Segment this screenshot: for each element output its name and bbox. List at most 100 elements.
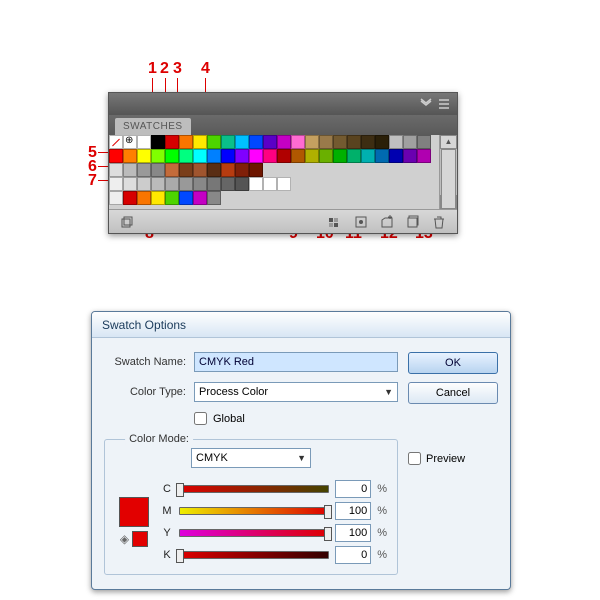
- slider-thumb[interactable]: [324, 505, 332, 519]
- swatch-cell[interactable]: [109, 191, 123, 205]
- swatch-cell[interactable]: [207, 135, 221, 149]
- cancel-button[interactable]: Cancel: [408, 382, 498, 404]
- swatch-cell[interactable]: [123, 163, 137, 177]
- swatch-cell[interactable]: [249, 177, 263, 191]
- swatch-cell[interactable]: [123, 149, 137, 163]
- preview-checkbox[interactable]: [408, 452, 421, 465]
- swatch-cell[interactable]: [235, 149, 249, 163]
- swatch-cell[interactable]: [165, 149, 179, 163]
- swatch-cell[interactable]: [123, 177, 137, 191]
- swatch-cell[interactable]: [305, 135, 319, 149]
- swatch-cell[interactable]: [165, 163, 179, 177]
- swatch-cell[interactable]: [151, 149, 165, 163]
- swatch-cell[interactable]: [123, 191, 137, 205]
- swatch-cell[interactable]: [319, 135, 333, 149]
- swatch-cell[interactable]: [277, 149, 291, 163]
- swatch-cell[interactable]: [151, 177, 165, 191]
- swatch-cell[interactable]: [193, 149, 207, 163]
- swatch-cell[interactable]: [179, 163, 193, 177]
- scroll-up-icon[interactable]: ▲: [440, 135, 457, 149]
- swatch-cell[interactable]: [263, 149, 277, 163]
- swatch-cell[interactable]: [347, 135, 361, 149]
- swatch-cell[interactable]: [319, 149, 333, 163]
- swatch-none[interactable]: [109, 135, 123, 149]
- swatch-cell[interactable]: [417, 149, 431, 163]
- swatch-cell[interactable]: [137, 135, 151, 149]
- swatch-cell[interactable]: [291, 135, 305, 149]
- swatch-cell[interactable]: [221, 177, 235, 191]
- swatch-name-input[interactable]: [194, 352, 398, 372]
- swatch-cell[interactable]: [375, 149, 389, 163]
- swatch-cell[interactable]: [361, 135, 375, 149]
- swatch-cell[interactable]: [235, 135, 249, 149]
- swatch-cell[interactable]: [165, 177, 179, 191]
- swatch-cell[interactable]: [221, 135, 235, 149]
- swatch-cell[interactable]: [179, 191, 193, 205]
- swatch-cell[interactable]: [109, 149, 123, 163]
- color-mode-select[interactable]: CMYK ▼: [191, 448, 311, 468]
- swatch-cell[interactable]: [193, 177, 207, 191]
- swatch-cell[interactable]: [249, 149, 263, 163]
- panel-menu-icon[interactable]: [437, 97, 451, 111]
- new-swatch-button[interactable]: [403, 213, 423, 231]
- swatch-cell[interactable]: [389, 135, 403, 149]
- scroll-track[interactable]: [440, 149, 457, 195]
- swatch-cell[interactable]: [403, 149, 417, 163]
- swatch-cell[interactable]: [109, 177, 123, 191]
- swatch-cell[interactable]: [263, 135, 277, 149]
- swatch-cell[interactable]: [207, 191, 221, 205]
- swatch-cell[interactable]: [179, 135, 193, 149]
- new-color-group-button[interactable]: [377, 213, 397, 231]
- collapse-icon[interactable]: [419, 97, 433, 111]
- slider-thumb[interactable]: [324, 527, 332, 541]
- swatch-cell[interactable]: [193, 191, 207, 205]
- swatch-cell[interactable]: [151, 163, 165, 177]
- swatch-cell[interactable]: [137, 191, 151, 205]
- slider-track[interactable]: [179, 507, 329, 515]
- slider-track[interactable]: [179, 485, 329, 493]
- swatch-cell[interactable]: [235, 163, 249, 177]
- slider-thumb[interactable]: [176, 483, 184, 497]
- swatch-cell[interactable]: [137, 149, 151, 163]
- ok-button[interactable]: OK: [408, 352, 498, 374]
- scroll-thumb[interactable]: [441, 149, 456, 209]
- swatch-cell[interactable]: [193, 135, 207, 149]
- swatch-cell[interactable]: [347, 149, 361, 163]
- swatch-cell[interactable]: [389, 149, 403, 163]
- swatch-cell[interactable]: [207, 163, 221, 177]
- swatch-cell[interactable]: [305, 149, 319, 163]
- swatch-cell[interactable]: [207, 149, 221, 163]
- swatch-cell[interactable]: [179, 177, 193, 191]
- swatch-cell[interactable]: [333, 149, 347, 163]
- color-type-select[interactable]: Process Color ▼: [194, 382, 398, 402]
- global-checkbox[interactable]: [194, 412, 207, 425]
- channel-value-input[interactable]: [335, 546, 371, 564]
- slider-track[interactable]: [179, 529, 329, 537]
- swatch-registration[interactable]: [123, 135, 137, 149]
- swatch-options-button[interactable]: [351, 213, 371, 231]
- swatch-cell[interactable]: [403, 135, 417, 149]
- swatch-cell[interactable]: [277, 177, 291, 191]
- channel-value-input[interactable]: [335, 480, 371, 498]
- swatch-cell[interactable]: [263, 177, 277, 191]
- channel-value-input[interactable]: [335, 502, 371, 520]
- show-kinds-button[interactable]: [325, 213, 345, 231]
- swatch-cell[interactable]: [137, 177, 151, 191]
- swatch-cell[interactable]: [249, 135, 263, 149]
- swatch-cell[interactable]: [151, 135, 165, 149]
- swatch-cell[interactable]: [179, 149, 193, 163]
- swatch-cell[interactable]: [291, 149, 305, 163]
- swatch-cell[interactable]: [235, 177, 249, 191]
- channel-value-input[interactable]: [335, 524, 371, 542]
- swatch-cell[interactable]: [207, 177, 221, 191]
- swatch-cell[interactable]: [221, 163, 235, 177]
- swatch-cell[interactable]: [151, 191, 165, 205]
- swatch-cell[interactable]: [249, 163, 263, 177]
- swatch-cell[interactable]: [221, 149, 235, 163]
- scrollbar[interactable]: ▲ ▼: [439, 135, 457, 209]
- swatch-cell[interactable]: [165, 191, 179, 205]
- slider-track[interactable]: [179, 551, 329, 559]
- tab-swatches[interactable]: SWATCHES: [115, 118, 191, 135]
- swatch-cell[interactable]: [137, 163, 151, 177]
- swatch-cell[interactable]: [333, 135, 347, 149]
